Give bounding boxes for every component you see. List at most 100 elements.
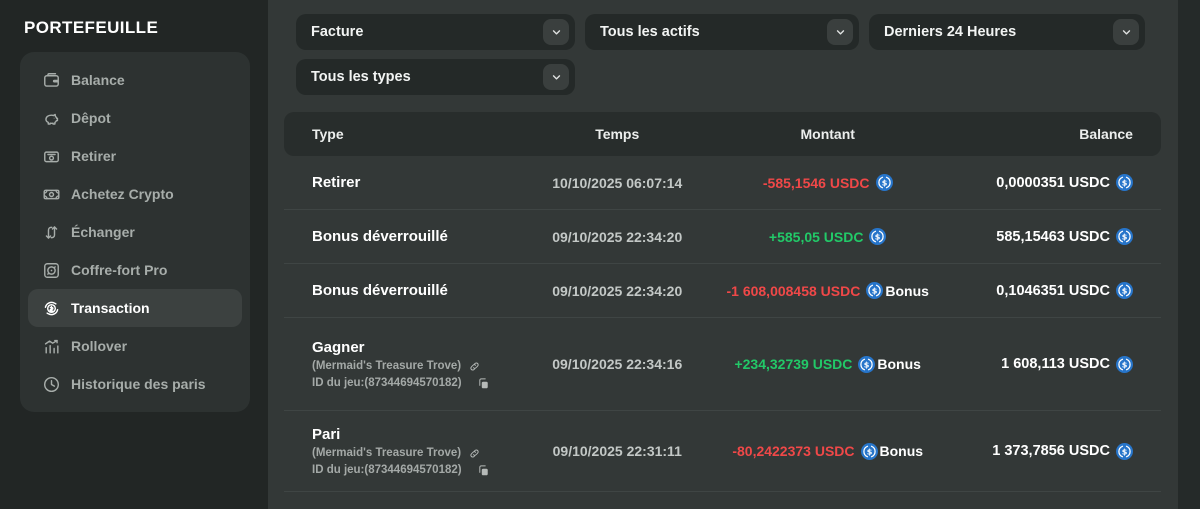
assets-filter[interactable]: Tous les actifs xyxy=(585,14,859,50)
sidebar-item-label: Dêpot xyxy=(71,110,111,126)
dropdown-selected-value: Tous les actifs xyxy=(600,24,700,40)
sidebar-item-label: Historique des paris xyxy=(71,376,206,392)
svg-text:$: $ xyxy=(872,286,878,295)
balance-value: 585,15463 USDC xyxy=(996,229,1110,245)
clock-icon xyxy=(42,375,61,394)
usdc-coin-icon: $ xyxy=(860,282,883,299)
balance-cell: 0,1046351 USDC$ xyxy=(950,282,1160,299)
transaction-type-cell: Retirer xyxy=(284,174,530,191)
table-row: Pari(Mermaid's Treasure Trove)ID du jeu:… xyxy=(284,411,1161,492)
game-id: ID du jeu:(87344694570182) xyxy=(312,464,462,476)
usdc-coin-icon: $ xyxy=(1110,282,1133,299)
svg-text:$: $ xyxy=(881,178,887,187)
bonus-badge: Bonus xyxy=(877,356,921,372)
header-type: Type xyxy=(284,126,530,142)
transaction-amount: -1 608,008458 USDC xyxy=(726,283,860,299)
svg-text:$: $ xyxy=(864,360,870,369)
table-row: Retirer10/10/2025 06:07:14-585,1546 USDC… xyxy=(284,156,1161,210)
svg-text:$: $ xyxy=(866,447,872,456)
sidebar-item-balance[interactable]: Balance xyxy=(28,61,242,99)
game-id-line: ID du jeu:(87344694570182) xyxy=(312,377,530,390)
chevron-down-icon[interactable] xyxy=(543,64,569,90)
header-amount: Montant xyxy=(705,126,951,142)
period-filter[interactable]: Derniers 24 Heures xyxy=(869,14,1145,50)
transaction-amount: -80,2422373 USDC xyxy=(732,443,854,459)
table-row: Bonus déverrouillé09/10/2025 22:34:20+58… xyxy=(284,210,1161,264)
transaction-time: 09/10/2025 22:34:20 xyxy=(530,229,705,245)
swap-icon xyxy=(42,223,61,242)
link-icon[interactable] xyxy=(468,360,481,373)
svg-text:$: $ xyxy=(1122,447,1128,456)
svg-text:$: $ xyxy=(1122,232,1128,241)
usdc-coin-icon: $ xyxy=(863,228,886,245)
svg-text:$: $ xyxy=(1122,360,1128,369)
transaction-type-cell: Bonus déverrouillé xyxy=(284,282,530,299)
transaction-type: Gagner xyxy=(312,339,530,356)
header-balance: Balance xyxy=(950,126,1160,142)
transactions-table: Type Temps Montant Balance Retirer10/10/… xyxy=(284,112,1161,492)
types-filter[interactable]: Tous les types xyxy=(296,59,575,95)
transaction-amount: +234,32739 USDC xyxy=(734,356,852,372)
sidebar-item-rollover[interactable]: Rollover xyxy=(28,327,242,365)
usdc-coin-icon: $ xyxy=(870,174,893,191)
sidebar-item-label: Rollover xyxy=(71,338,127,354)
bonus-badge: Bonus xyxy=(885,283,929,299)
sidebar-item-historique-des-paris[interactable]: Historique des paris xyxy=(28,365,242,403)
game-name-line: (Mermaid's Treasure Trove) xyxy=(312,447,530,460)
copy-icon[interactable] xyxy=(477,464,490,477)
game-id-line: ID du jeu:(87344694570182) xyxy=(312,464,530,477)
balance-cell: 1 608,113 USDC$ xyxy=(950,356,1160,373)
header-time: Temps xyxy=(530,126,705,142)
transaction-amount-cell: -1 608,008458 USDC $ Bonus xyxy=(705,282,951,299)
wallet-sidebar: PORTEFEUILLE BalanceDêpotRetirerAchetez … xyxy=(0,0,268,509)
transaction-icon xyxy=(42,299,61,318)
transaction-amount-cell: -585,1546 USDC $ xyxy=(705,174,951,191)
sidebar-item-label: Échanger xyxy=(71,224,135,240)
transaction-type-cell: Pari(Mermaid's Treasure Trove)ID du jeu:… xyxy=(284,426,530,477)
usdc-coin-icon: $ xyxy=(852,356,875,373)
sidebar-item-depot[interactable]: Dêpot xyxy=(28,99,242,137)
sidebar-item-label: Achetez Crypto xyxy=(71,186,174,202)
sidebar-item-label: Retirer xyxy=(71,148,116,164)
wallet-icon xyxy=(42,71,61,90)
balance-value: 1 373,7856 USDC xyxy=(992,443,1110,459)
right-edge-gutter xyxy=(1178,0,1200,509)
transaction-amount: +585,05 USDC xyxy=(769,229,864,245)
sidebar-item-label: Coffre-fort Pro xyxy=(71,262,167,278)
transaction-time: 10/10/2025 06:07:14 xyxy=(530,175,705,191)
dropdown-selected-value: Derniers 24 Heures xyxy=(884,24,1016,40)
sidebar-item-coffre-fort-pro[interactable]: Coffre-fort Pro xyxy=(28,251,242,289)
sidebar-item-label: Balance xyxy=(71,72,125,88)
chevron-down-icon[interactable] xyxy=(543,19,569,45)
usdc-coin-icon: $ xyxy=(855,443,878,460)
transactions-main: Facture Tous les actifs Derniers 24 Heures… xyxy=(268,0,1200,509)
invoice-filter[interactable]: Facture xyxy=(296,14,575,50)
transaction-amount-cell: +234,32739 USDC $ Bonus xyxy=(705,356,951,373)
transaction-type: Bonus déverrouillé xyxy=(312,282,530,299)
buy-crypto-icon xyxy=(42,185,61,204)
transaction-amount-cell: +585,05 USDC $ xyxy=(705,228,951,245)
sidebar-item-transaction[interactable]: Transaction xyxy=(28,289,242,327)
table-header: Type Temps Montant Balance xyxy=(284,112,1161,156)
chevron-down-icon[interactable] xyxy=(827,19,853,45)
transaction-type: Bonus déverrouillé xyxy=(312,228,530,245)
transaction-amount: -585,1546 USDC xyxy=(763,175,870,191)
table-row: Bonus déverrouillé09/10/2025 22:34:20-1 … xyxy=(284,264,1161,318)
withdraw-icon xyxy=(42,147,61,166)
svg-text:$: $ xyxy=(875,232,881,241)
game-id: ID du jeu:(87344694570182) xyxy=(312,377,462,389)
usdc-coin-icon: $ xyxy=(1110,356,1133,373)
sidebar-item-achetez-crypto[interactable]: Achetez Crypto xyxy=(28,175,242,213)
balance-cell: 0,0000351 USDC$ xyxy=(950,174,1160,191)
balance-value: 0,0000351 USDC xyxy=(996,175,1110,191)
transaction-time: 09/10/2025 22:34:20 xyxy=(530,283,705,299)
dropdown-selected-value: Tous les types xyxy=(311,69,411,85)
link-icon[interactable] xyxy=(468,447,481,460)
usdc-coin-icon: $ xyxy=(1110,443,1133,460)
game-name-line: (Mermaid's Treasure Trove) xyxy=(312,360,530,373)
sidebar-item-label: Transaction xyxy=(71,300,150,316)
copy-icon[interactable] xyxy=(477,377,490,390)
chevron-down-icon[interactable] xyxy=(1113,19,1139,45)
sidebar-item-echanger[interactable]: Échanger xyxy=(28,213,242,251)
sidebar-item-retirer[interactable]: Retirer xyxy=(28,137,242,175)
